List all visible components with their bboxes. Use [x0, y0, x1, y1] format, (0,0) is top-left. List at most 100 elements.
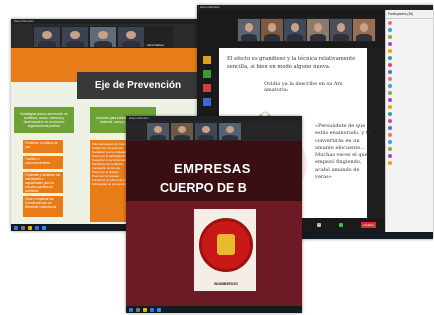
- crest-shield: [217, 234, 235, 255]
- participant-video[interactable]: [218, 122, 242, 141]
- app-icon[interactable]: [203, 56, 211, 64]
- slide-title: Eje de Prevención: [77, 72, 199, 99]
- avatar: [388, 146, 392, 151]
- avatar: [388, 153, 392, 158]
- folder-icon[interactable]: [28, 225, 32, 230]
- participant-row[interactable]: [386, 117, 433, 124]
- start-icon[interactable]: [14, 225, 18, 230]
- participant-name: Jaime Martinez: [147, 44, 164, 47]
- avatar: [388, 55, 392, 60]
- participant-video[interactable]: Jaime Martinez: [145, 26, 173, 48]
- share-screen-icon: [339, 222, 344, 227]
- participant-row[interactable]: [386, 138, 433, 145]
- participant-row[interactable]: [386, 103, 433, 110]
- step-box: Fortalecer la cultura de paz: [23, 140, 63, 153]
- avatar: [388, 62, 392, 67]
- video-gallery-strip: Jaime Martinez: [11, 24, 199, 48]
- window-title: Zoom Reunión: [200, 5, 220, 9]
- participant-video[interactable]: [306, 18, 330, 42]
- participant-video[interactable]: [194, 122, 218, 141]
- avatar: [388, 118, 392, 123]
- participant-row[interactable]: [386, 89, 433, 96]
- video-gallery-strip: [197, 10, 385, 48]
- participant-video[interactable]: [146, 122, 170, 141]
- participant-row[interactable]: [386, 19, 433, 26]
- avatar: [388, 139, 392, 144]
- avatar: [388, 41, 392, 46]
- participant-video[interactable]: [283, 18, 307, 42]
- zoom-icon[interactable]: [42, 225, 46, 230]
- app-icon[interactable]: [203, 70, 211, 78]
- participant-row[interactable]: [386, 40, 433, 47]
- zoom-icon[interactable]: [157, 307, 161, 312]
- participant-row[interactable]: [386, 33, 433, 40]
- share-button[interactable]: [339, 222, 344, 228]
- participant-video[interactable]: [329, 18, 353, 42]
- chat-icon: [316, 222, 321, 227]
- screenshot-firefighters-slide: Zoom Reunión EMPRESAS CUERPO DE B BOMBER…: [126, 116, 302, 313]
- step-box: Facilitar el autoconocimiento: [23, 156, 63, 169]
- avatar: [388, 69, 392, 74]
- participant-row[interactable]: [386, 61, 433, 68]
- avatar: [388, 48, 392, 53]
- avatar: [388, 83, 392, 88]
- avatar: [388, 132, 392, 137]
- slide-title-line2: CUERPO DE B: [160, 181, 247, 195]
- participant-video[interactable]: [33, 26, 61, 48]
- app-icon[interactable]: [203, 98, 211, 106]
- avatar: [388, 104, 392, 109]
- avatar: [388, 125, 392, 130]
- quote-text: El efecto es grandioso y la técnica rela…: [227, 56, 356, 70]
- participant-row[interactable]: [386, 124, 433, 131]
- participants-panel: Participantes (38): [385, 10, 433, 232]
- slide-title-line1: EMPRESAS: [174, 161, 251, 176]
- participants-list: [386, 19, 433, 166]
- participants-title: Participantes (38): [386, 10, 433, 19]
- participant-video[interactable]: [117, 26, 145, 48]
- step-box: Fomentar y fortalecer las habilidades y …: [23, 172, 63, 193]
- search-icon[interactable]: [21, 225, 25, 230]
- avatar: [388, 111, 392, 116]
- participant-video[interactable]: [89, 26, 117, 48]
- window-title: Zoom Reunión: [14, 19, 34, 23]
- folder-icon[interactable]: [143, 307, 147, 312]
- participant-row[interactable]: [386, 96, 433, 103]
- window-title: Zoom Reunión: [129, 116, 149, 120]
- avatar: [388, 20, 392, 25]
- participant-video[interactable]: [352, 18, 376, 42]
- quote-attribution: Ovidio ya la describe en su Ars amatoria…: [264, 81, 343, 93]
- participant-row[interactable]: [386, 75, 433, 82]
- participant-video[interactable]: [237, 18, 261, 42]
- participant-row[interactable]: [386, 152, 433, 159]
- participant-row[interactable]: [386, 47, 433, 54]
- start-icon[interactable]: [129, 307, 133, 312]
- participant-row[interactable]: [386, 26, 433, 33]
- crest-text: BOMBEROS: [214, 281, 238, 286]
- avatar: [388, 34, 392, 39]
- avatar: [388, 90, 392, 95]
- strategy-box-left: Estrategias para la prevención de confli…: [14, 107, 74, 133]
- avatar: [388, 97, 392, 102]
- participant-video[interactable]: [61, 26, 89, 48]
- search-icon[interactable]: [136, 307, 140, 312]
- windows-taskbar: [126, 306, 302, 313]
- participant-video[interactable]: [170, 122, 194, 141]
- end-meeting-button[interactable]: Finalizar: [361, 222, 376, 228]
- browser-icon[interactable]: [150, 307, 154, 312]
- avatar: [388, 160, 392, 165]
- avatar: [388, 27, 392, 32]
- chat-button[interactable]: [316, 222, 321, 228]
- participant-row[interactable]: [386, 82, 433, 89]
- video-gallery-strip: [126, 121, 302, 141]
- app-icon[interactable]: [203, 84, 211, 92]
- participant-row[interactable]: [386, 110, 433, 117]
- browser-icon[interactable]: [35, 225, 39, 230]
- avatar: [388, 76, 392, 81]
- participant-row[interactable]: [386, 68, 433, 75]
- participant-row[interactable]: [386, 145, 433, 152]
- participant-row[interactable]: [386, 131, 433, 138]
- participant-row[interactable]: [386, 54, 433, 61]
- step-box: Crear e impulsar las Coordinaciones de B…: [23, 196, 63, 217]
- participant-video[interactable]: [260, 18, 284, 42]
- participant-row[interactable]: [386, 159, 433, 166]
